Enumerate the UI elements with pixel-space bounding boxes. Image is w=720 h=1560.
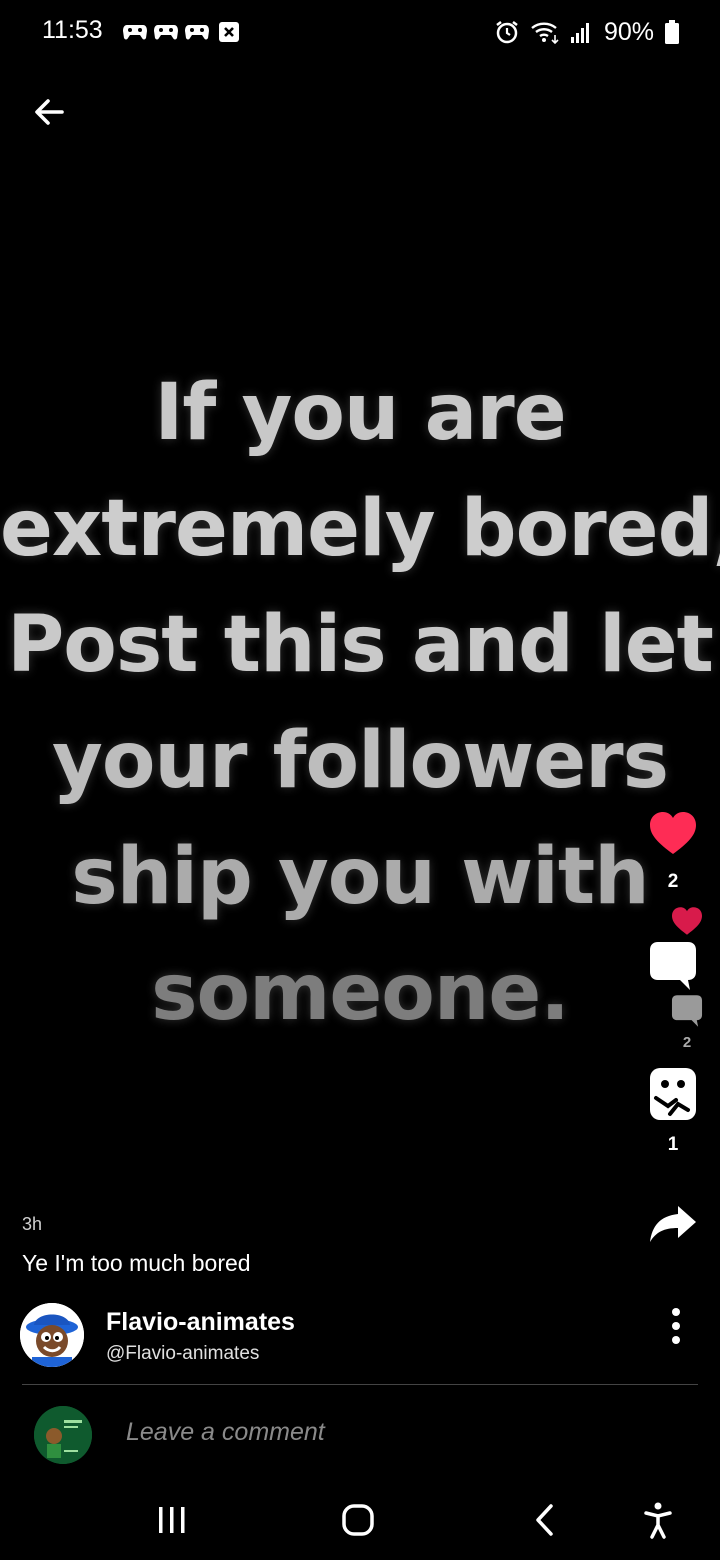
post-image[interactable]: If you are extremely bored, Post this an…	[0, 340, 720, 1080]
like-count: 2	[667, 871, 679, 892]
back-arrow-icon[interactable]	[30, 92, 70, 132]
status-bar: 11:53 90%	[0, 0, 720, 64]
gamepad-icon	[123, 25, 147, 40]
post-image-text-line: your followers	[51, 716, 669, 806]
battery-icon	[665, 20, 679, 44]
author-row[interactable]: Flavio-animates @Flavio-animates	[20, 1300, 700, 1372]
close-box-icon	[219, 22, 239, 42]
divider	[22, 1384, 698, 1385]
post-image-text-line: ship you with	[71, 832, 649, 922]
comment-bubble-icon[interactable]	[648, 940, 698, 992]
battery-percent: 90%	[603, 17, 654, 46]
system-nav-bar	[0, 1480, 720, 1560]
comment-bubble-small-icon	[671, 995, 703, 1027]
like-heart-icon[interactable]	[648, 810, 698, 856]
author-name[interactable]: Flavio-animates	[106, 1308, 295, 1337]
author-avatar[interactable]	[20, 1303, 84, 1367]
recent-apps-icon[interactable]	[150, 1498, 194, 1542]
post-image-text-line: extremely bored,	[0, 484, 720, 574]
share-arrow-icon[interactable]	[648, 1204, 698, 1244]
post-caption: Ye I'm too much bored	[22, 1250, 251, 1276]
avatar-illustration	[20, 1303, 84, 1367]
comment-count: 2	[682, 1034, 692, 1051]
post-time-ago: 3h	[22, 1214, 43, 1234]
home-icon[interactable]	[336, 1498, 380, 1542]
accessibility-icon[interactable]	[636, 1498, 680, 1542]
gamepad-icon	[154, 25, 178, 40]
small-heart-icon	[672, 907, 702, 935]
current-user-avatar	[34, 1406, 92, 1464]
status-time: 11:53	[42, 16, 103, 44]
status-right: 90%	[494, 14, 680, 50]
gamepad-icon	[185, 25, 209, 40]
more-options-icon[interactable]	[664, 1306, 688, 1346]
nav-back-icon[interactable]	[524, 1498, 568, 1542]
alarm-icon	[496, 21, 518, 44]
repost-icon[interactable]	[648, 1066, 698, 1122]
author-handle: @Flavio-animates	[106, 1343, 260, 1364]
post-image-text-line: Post this and let	[7, 600, 714, 690]
signal-icon	[570, 23, 589, 43]
post-image-text-line: If you are	[154, 368, 566, 458]
wifi-icon	[531, 22, 559, 45]
post-image-text-line: someone.	[151, 948, 570, 1038]
comment-input[interactable]	[126, 1418, 606, 1447]
comment-bar[interactable]	[34, 1404, 694, 1464]
current-user-avatar-illustration	[34, 1406, 92, 1464]
repost-count: 1	[667, 1134, 679, 1155]
